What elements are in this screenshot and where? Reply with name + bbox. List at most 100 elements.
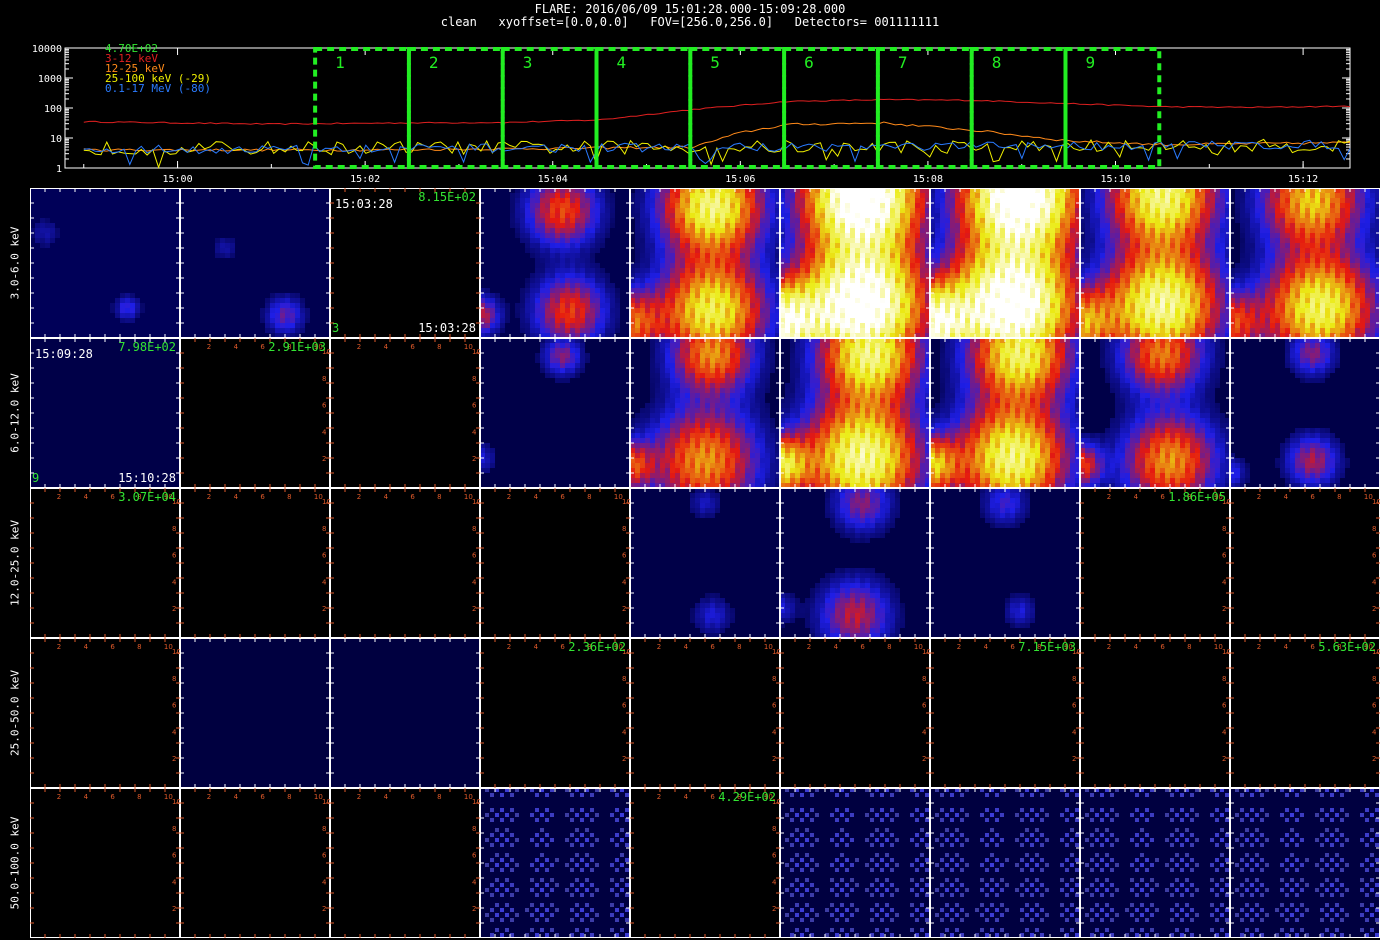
- image-pixel: [950, 193, 955, 198]
- image-pixel: [1110, 308, 1115, 313]
- image-pixel: [705, 228, 710, 233]
- image-pixel: [695, 243, 700, 248]
- image-pixel: [1165, 253, 1170, 258]
- lightcurve-plot: 10000100010010115:00 15:02 15:04 15:06 15:08…: [32, 42, 1351, 185]
- image-pixel: [1175, 278, 1180, 283]
- image-pixel: [1060, 278, 1065, 283]
- image-pixel: [765, 303, 770, 308]
- image-pixel: [705, 273, 710, 278]
- image-pixel: [530, 323, 535, 328]
- interval-label: 7: [898, 53, 908, 72]
- image-pixel: [910, 303, 915, 308]
- image-pixel: [540, 243, 545, 248]
- image-pixel: [790, 323, 795, 328]
- image-pixel: [985, 213, 990, 218]
- image-pixel: [795, 233, 800, 238]
- image-pixel: [640, 308, 645, 313]
- image-pixel: [815, 258, 820, 263]
- image-pixel: [950, 198, 955, 203]
- image-pixel: [720, 208, 725, 213]
- image-pixel: [565, 308, 570, 313]
- image-pixel: [760, 208, 765, 213]
- image-pixel: [675, 323, 680, 328]
- image-pixel: [810, 193, 815, 198]
- image-pixel: [790, 298, 795, 303]
- image-pixel: [975, 253, 980, 258]
- image-pixel: [1040, 228, 1045, 233]
- image-pixel: [510, 198, 515, 203]
- image-pixel: [975, 233, 980, 238]
- image-pixel: [1155, 278, 1160, 283]
- image-pixel: [950, 208, 955, 213]
- image-pixel: [1030, 203, 1035, 208]
- image-pixel: [810, 268, 815, 273]
- image-pixel: [970, 213, 975, 218]
- image-pixel: [770, 253, 775, 258]
- image-pixel: [955, 213, 960, 218]
- image-pixel: [795, 193, 800, 198]
- image-pixel: [1210, 213, 1215, 218]
- image-pixel: [1070, 223, 1075, 228]
- image-pixel: [820, 198, 825, 203]
- image-pixel: [945, 258, 950, 263]
- image-pixel: [765, 203, 770, 208]
- image-pixel: [605, 273, 610, 278]
- image-pixel: [980, 308, 985, 313]
- image-pixel: [1165, 263, 1170, 268]
- image-pixel: [560, 313, 565, 318]
- image-pixel: [1000, 203, 1005, 208]
- image-pixel: [710, 263, 715, 268]
- image-pixel: [1165, 248, 1170, 253]
- image-pixel: [960, 198, 965, 203]
- image-pixel: [1370, 203, 1375, 208]
- image-pixel: [1215, 218, 1220, 223]
- image-pixel: [1030, 323, 1035, 328]
- image-pixel: [555, 323, 560, 328]
- image-pixel: [935, 218, 940, 223]
- image-pixel: [1030, 198, 1035, 203]
- image-pixel: [705, 203, 710, 208]
- image-pixel: [725, 328, 730, 333]
- image-pixel: [685, 303, 690, 308]
- image-pixel: [770, 298, 775, 303]
- image-pixel: [945, 303, 950, 308]
- image-pixel: [895, 238, 900, 243]
- image-pixel: [955, 243, 960, 248]
- image-pixel: [845, 273, 850, 278]
- image-pixel: [915, 298, 920, 303]
- image-pixel: [1045, 238, 1050, 243]
- image-pixel: [710, 218, 715, 223]
- image-pixel: [1200, 203, 1205, 208]
- image-pixel: [850, 238, 855, 243]
- image-pixel: [1130, 323, 1135, 328]
- image-pixel: [555, 218, 560, 223]
- image-pixel: [1200, 283, 1205, 288]
- image-pixel: [730, 193, 735, 198]
- image-pixel: [660, 298, 665, 303]
- image-pixel: [1110, 223, 1115, 228]
- image-pixel: [1125, 323, 1130, 328]
- image-pixel: [1020, 208, 1025, 213]
- image-pixel: [810, 263, 815, 268]
- image-pixel: [1120, 193, 1125, 198]
- image-pixel: [665, 203, 670, 208]
- image-pixel: [770, 268, 775, 273]
- image-pixel: [1135, 198, 1140, 203]
- image-pixel: [1365, 208, 1370, 213]
- image-pixel: [1000, 223, 1005, 228]
- image-pixel: [135, 298, 140, 303]
- image-pixel: [565, 228, 570, 233]
- image-pixel: [1185, 253, 1190, 258]
- image-pixel: [1050, 258, 1055, 263]
- image-pixel: [1175, 263, 1180, 268]
- image-pixel: [1155, 228, 1160, 233]
- image-pixel: [1145, 248, 1150, 253]
- interval-box: [594, 47, 693, 169]
- image-pixel: [1175, 318, 1180, 323]
- image-pixel: [835, 198, 840, 203]
- image-pixel: [815, 253, 820, 258]
- image-pixel: [1170, 218, 1175, 223]
- image-pixel: [1050, 223, 1055, 228]
- image-pixel: [800, 238, 805, 243]
- image-pixel: [1215, 278, 1220, 283]
